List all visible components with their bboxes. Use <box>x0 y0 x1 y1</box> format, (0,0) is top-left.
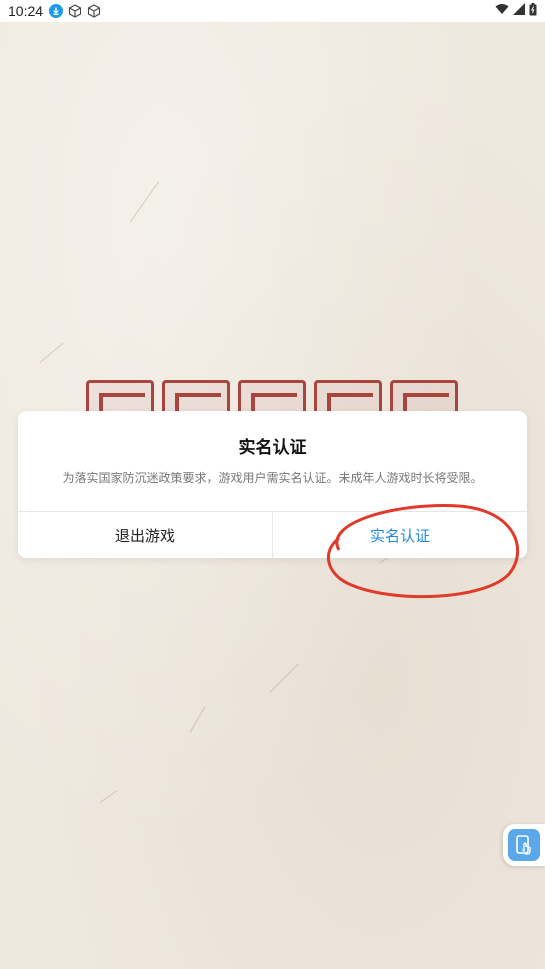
dialog-actions: 退出游戏 实名认证 <box>18 511 527 558</box>
status-bar: 10:24 <box>0 0 545 22</box>
signal-icon <box>513 3 525 19</box>
paper-fiber <box>269 663 299 693</box>
download-icon <box>49 4 64 18</box>
dialog-message: 为落实国家防沉迷政策要求，游戏用户需实名认证。未成年人游戏时长将受限。 <box>62 471 483 485</box>
battery-icon <box>529 2 537 20</box>
box-icon <box>87 4 101 18</box>
paper-fiber <box>39 342 64 363</box>
real-name-dialog: 实名认证 为落实国家防沉迷政策要求，游戏用户需实名认证。未成年人游戏时长将受限。… <box>18 411 527 558</box>
status-right-icons <box>495 2 537 20</box>
wifi-icon <box>495 3 509 19</box>
verify-button[interactable]: 实名认证 <box>272 512 527 558</box>
dialog-title: 实名认证 <box>238 438 307 458</box>
paper-fiber <box>189 706 206 733</box>
exit-game-button[interactable]: 退出游戏 <box>18 512 272 558</box>
phone-touch-icon <box>508 829 540 861</box>
paper-fiber <box>129 181 160 223</box>
status-time: 10:24 <box>8 3 44 19</box>
box-icon <box>68 4 82 18</box>
paper-fiber <box>99 790 117 803</box>
floating-assistant-button[interactable] <box>503 824 545 866</box>
